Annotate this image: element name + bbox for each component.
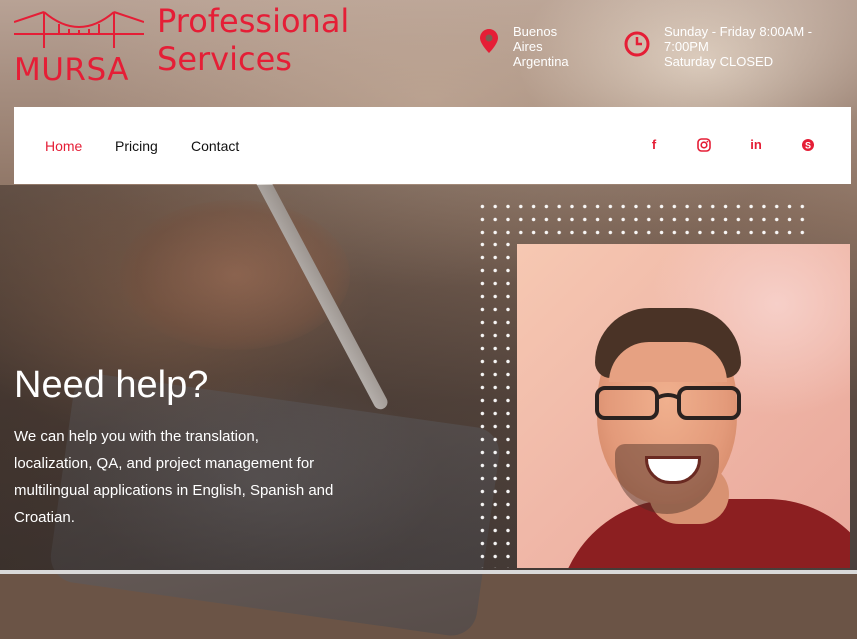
nav-pricing[interactable]: Pricing — [115, 138, 158, 154]
hero-title: Need help? — [14, 364, 209, 406]
dots-pattern-column — [476, 238, 516, 568]
site-title-line1: Professional — [157, 2, 350, 40]
map-pin-icon — [480, 29, 498, 56]
svg-text:S: S — [805, 141, 811, 151]
glasses-icon — [595, 386, 741, 420]
hours-line1: Sunday - Friday 8:00AM - — [664, 24, 813, 39]
nav-contact[interactable]: Contact — [191, 138, 239, 154]
logo[interactable]: MURSA — [14, 8, 144, 88]
location-line1: Buenos — [513, 24, 558, 39]
dots-pattern — [476, 200, 812, 238]
portrait-photo — [517, 244, 850, 568]
hero-description: We can help you with the translation, lo… — [14, 428, 334, 526]
instagram-icon[interactable] — [696, 137, 712, 153]
hours-line2: 7:00PM — [664, 39, 709, 54]
linkedin-icon[interactable]: in — [748, 137, 764, 153]
portrait-forehead — [609, 342, 727, 382]
logo-text: MURSA — [14, 52, 129, 88]
skype-icon[interactable]: S — [800, 137, 816, 153]
site-title-line2: Services — [157, 40, 292, 78]
facebook-icon[interactable]: f — [646, 137, 662, 153]
clock-icon — [624, 31, 650, 60]
bridge-icon — [14, 11, 144, 48]
navbar: Home Pricing Contact f in S — [14, 107, 851, 184]
bottom-divider — [0, 570, 857, 574]
nav-home[interactable]: Home — [45, 138, 82, 154]
location-line2: Aires — [513, 39, 543, 54]
site-title: Professional Services — [157, 2, 387, 78]
hours-line3: Saturday CLOSED — [664, 54, 774, 69]
location-line3: Argentina — [513, 54, 569, 69]
